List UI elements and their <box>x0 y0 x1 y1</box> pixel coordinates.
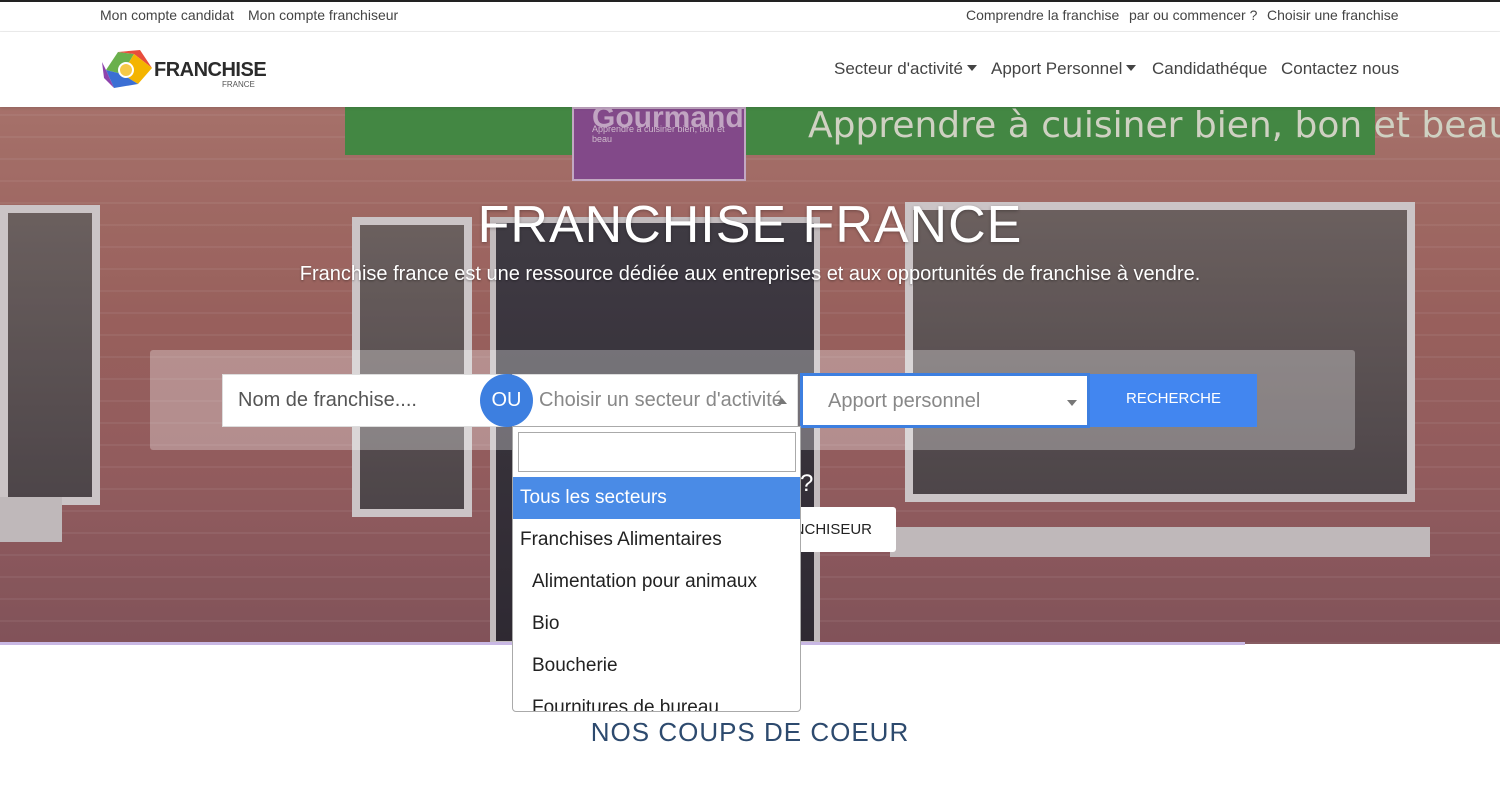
hero-title: FRANCHISE FRANCE <box>477 196 1023 254</box>
caret-down-icon <box>1126 65 1137 72</box>
dropdown-search-input[interactable] <box>518 432 796 472</box>
nav-apport-dropdown[interactable]: Apport Personnel <box>991 59 1137 79</box>
sector-select-placeholder: Choisir un secteur d'activité <box>539 389 783 411</box>
nav-candidatheque-link[interactable]: Candidathéque <box>1152 59 1267 79</box>
dropdown-option[interactable]: Boucherie <box>513 645 800 687</box>
understand-franchise-link[interactable]: Comprendre la franchise <box>966 7 1119 23</box>
choose-franchise-link[interactable]: Choisir une franchise <box>1267 7 1399 23</box>
top-utility-bar: Mon compte candidat Mon compte franchise… <box>0 0 1500 32</box>
dropdown-option[interactable]: Tous les secteurs <box>513 477 800 519</box>
nav-contact-link[interactable]: Contactez nous <box>1281 59 1399 79</box>
site-logo[interactable]: FRANCHISE FRANCE <box>100 48 267 92</box>
dropdown-option[interactable]: Bio <box>513 603 800 645</box>
apport-select-placeholder: Apport personnel <box>828 390 981 412</box>
hero-subtitle: Franchise france est une ressource dédié… <box>299 263 1201 285</box>
nav-secteur-dropdown[interactable]: Secteur d'activité <box>834 59 977 79</box>
nav-apport-label: Apport Personnel <box>991 59 1123 78</box>
or-separator-badge: OU <box>480 374 533 427</box>
logo-subtitle: FRANCE <box>222 80 255 89</box>
logo-wordmark: FRANCHISE <box>154 59 267 81</box>
candidate-account-link[interactable]: Mon compte candidat <box>100 7 234 23</box>
main-navbar: FRANCHISE FRANCE Secteur d'activité Appo… <box>0 32 1500 107</box>
dropdown-options-list: Tous les secteurs Franchises Alimentaire… <box>513 477 800 711</box>
franchise-name-input[interactable]: Nom de franchise.... <box>222 374 507 427</box>
caret-up-icon <box>777 398 787 404</box>
apport-select[interactable]: Apport personnel <box>800 373 1090 428</box>
logo-icon <box>102 50 152 88</box>
dropdown-option[interactable]: Alimentation pour animaux <box>513 561 800 603</box>
sector-select[interactable]: Choisir un secteur d'activité <box>512 374 798 427</box>
dropdown-option-group[interactable]: Franchises Alimentaires <box>513 519 800 561</box>
franchisor-account-link[interactable]: Mon compte franchiseur <box>248 7 398 23</box>
caret-down-icon <box>966 65 977 72</box>
sector-dropdown-menu: Tous les secteurs Franchises Alimentaire… <box>512 426 801 712</box>
hero-question-mark: ? <box>800 470 814 497</box>
section-title-coups-de-coeur: NOS COUPS DE COEUR <box>590 717 910 747</box>
nav-secteur-label: Secteur d'activité <box>834 59 963 78</box>
caret-down-icon <box>1067 400 1077 406</box>
where-to-start-link[interactable]: par ou commencer ? <box>1129 7 1257 23</box>
dropdown-option[interactable]: Fournitures de bureau <box>513 687 800 711</box>
search-button[interactable]: RECHERCHE <box>1090 374 1257 427</box>
